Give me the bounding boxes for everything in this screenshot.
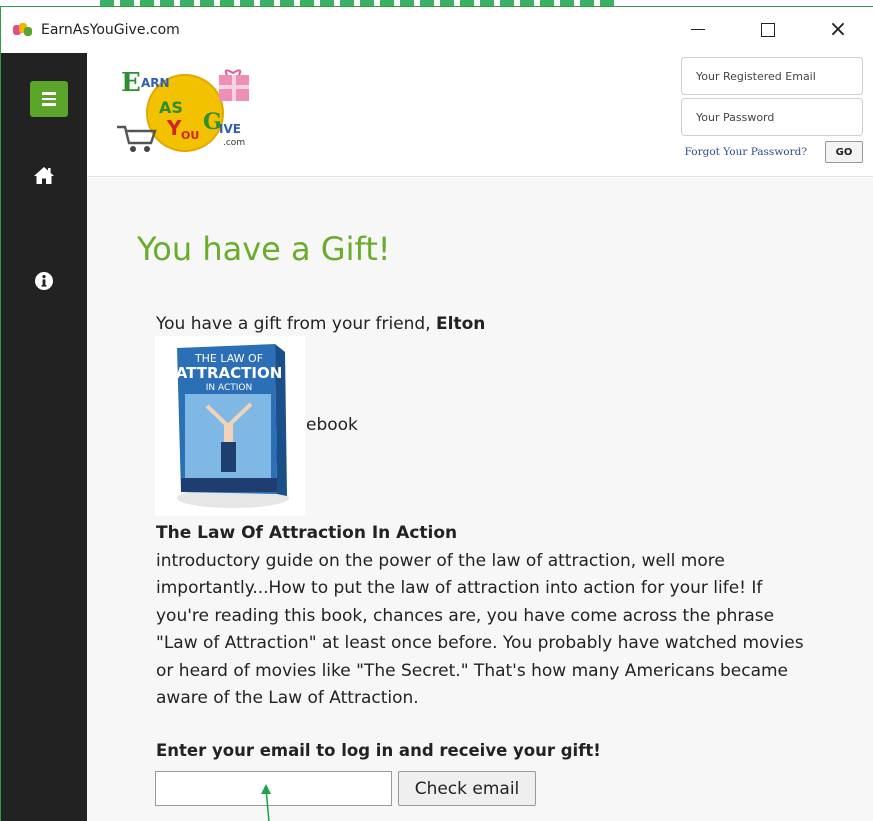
friend-name: Elton — [436, 314, 486, 334]
close-button[interactable]: × — [803, 7, 873, 52]
intro-text: You have a gift from your friend, — [156, 314, 437, 334]
forgot-password-link[interactable]: Forgot Your Password? — [685, 146, 807, 158]
title-bar[interactable]: EarnAsYouGive.com × — [1, 7, 873, 52]
book-cover-image: THE LAW OF ATTRACTION IN ACTION — [155, 336, 305, 516]
maximize-icon — [761, 22, 775, 37]
site-logo[interactable]: E ARN AS Y OU G IVE .com — [115, 65, 265, 157]
info-icon[interactable] — [33, 271, 55, 291]
app-icon — [13, 22, 33, 37]
maximize-button[interactable] — [733, 7, 803, 52]
password-login-input[interactable]: Your Password — [681, 98, 863, 136]
svg-text:ARN: ARN — [141, 76, 170, 90]
go-button[interactable]: GO — [825, 141, 863, 163]
site-header: E ARN AS Y OU G IVE .com Your Registered… — [87, 53, 873, 177]
window-title: EarnAsYouGive.com — [41, 21, 180, 38]
browser-window: EarnAsYouGive.com × E ARN AS Y OU G IVE … — [0, 6, 873, 821]
book-title: The Law Of Attraction In Action — [156, 523, 458, 543]
gift-intro: You have a gift from your friend, Elton — [156, 314, 485, 334]
menu-toggle-button[interactable] — [30, 81, 68, 117]
svg-text:Y: Y — [166, 116, 182, 140]
svg-text:AS: AS — [159, 98, 183, 117]
book-description: introductory guide on the power of the l… — [156, 551, 804, 709]
home-icon[interactable] — [33, 165, 55, 185]
book-cover-line-3: IN ACTION — [206, 383, 253, 393]
annotation-arrow-icon — [261, 784, 271, 821]
page-title: You have a Gift! — [137, 230, 391, 268]
svg-text:OU: OU — [181, 129, 199, 142]
menu-icon — [42, 92, 56, 95]
svg-text:E: E — [121, 68, 141, 98]
svg-text:IVE: IVE — [219, 122, 241, 136]
close-icon: × — [828, 16, 848, 42]
check-email-button[interactable]: Check email — [398, 771, 536, 806]
email-prompt: Enter your email to log in and receive y… — [156, 741, 601, 760]
gift-type-label: ebook — [306, 415, 358, 435]
svg-text:.com: .com — [223, 138, 245, 148]
minimize-button[interactable] — [663, 7, 733, 52]
sidebar — [1, 53, 87, 821]
main-content: You have a Gift! You have a gift from yo… — [87, 178, 873, 821]
email-login-input[interactable]: Your Registered Email — [681, 57, 863, 95]
book-cover-line-2: ATTRACTION — [176, 364, 283, 382]
minimize-icon — [691, 29, 705, 30]
